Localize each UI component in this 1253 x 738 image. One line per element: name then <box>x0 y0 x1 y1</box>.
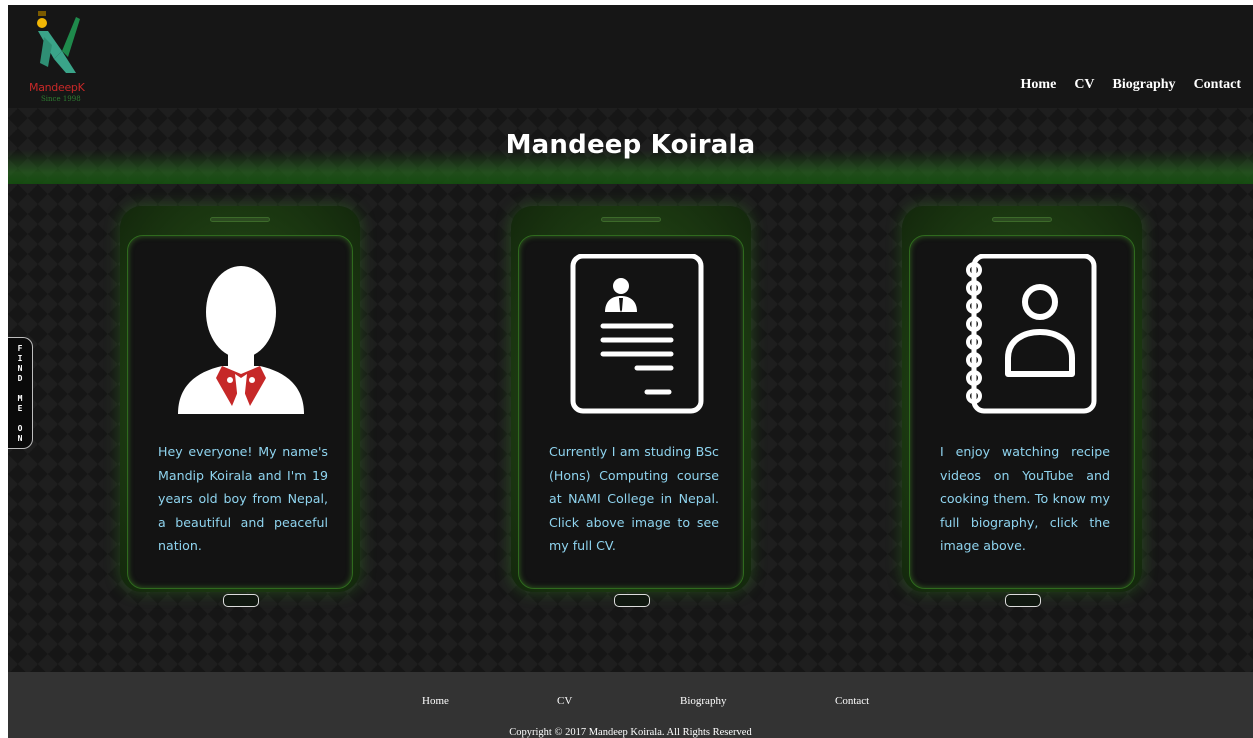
copyright-text: Copyright © 2017 Mandeep Koirala. All Ri… <box>509 727 752 738</box>
page-frame: MandeepK Since 1998 Home CV Biography Co… <box>8 5 1253 738</box>
phone-speaker <box>992 217 1052 222</box>
nav-biography-link[interactable]: Biography <box>1113 77 1176 93</box>
cv-card[interactable]: Currently I am studing BSc (Hons) Comput… <box>511 206 751 607</box>
nav-cv-link[interactable]: CV <box>1074 77 1094 93</box>
phone-screen: Hey everyone! My name's Mandip Koirala a… <box>127 235 353 589</box>
about-card[interactable]: Hey everyone! My name's Mandip Koirala a… <box>120 206 360 607</box>
address-book-icon[interactable] <box>948 253 1098 424</box>
top-header: MandeepK Since 1998 Home CV Biography Co… <box>8 5 1253 108</box>
user-avatar-icon[interactable] <box>166 254 316 424</box>
nav-contact-link[interactable]: Contact <box>1194 77 1241 93</box>
cv-description: Currently I am studing BSc (Hons) Comput… <box>549 444 719 553</box>
resume-document-icon[interactable] <box>557 253 707 424</box>
phone-speaker <box>210 217 270 222</box>
find-me-on-tab[interactable]: F I N D M E O N <box>8 337 33 449</box>
phone-home-button[interactable] <box>614 594 650 607</box>
main-content: Hey everyone! My name's Mandip Koirala a… <box>8 184 1253 672</box>
logo-text: MandeepK <box>29 81 85 94</box>
phone-home-button[interactable] <box>223 594 259 607</box>
footer-cv-link[interactable]: CV <box>557 695 572 707</box>
top-nav: Home CV Biography Contact <box>1021 77 1241 93</box>
phone-speaker <box>601 217 661 222</box>
footer-biography-link[interactable]: Biography <box>680 695 726 707</box>
page-title: Mandeep Koirala <box>505 130 756 160</box>
logo-since-text: Since 1998 <box>41 95 81 103</box>
phone-screen: I enjoy watching recipe videos on YouTub… <box>909 235 1135 589</box>
about-description: Hey everyone! My name's Mandip Koirala a… <box>158 444 328 553</box>
find-me-on-label: F I N D M E O N <box>17 344 23 443</box>
site-logo[interactable]: MandeepK Since 1998 <box>18 7 90 103</box>
footer-home-link[interactable]: Home <box>422 695 449 707</box>
biography-description: I enjoy watching recipe videos on YouTub… <box>940 444 1110 553</box>
footer-contact-link[interactable]: Contact <box>835 695 869 707</box>
biography-card[interactable]: I enjoy watching recipe videos on YouTub… <box>902 206 1142 607</box>
nav-home-link[interactable]: Home <box>1021 77 1057 93</box>
phone-home-button[interactable] <box>1005 594 1041 607</box>
phone-screen: Currently I am studing BSc (Hons) Comput… <box>518 235 744 589</box>
footer: Home CV Biography Contact Copyright © 20… <box>8 672 1253 738</box>
